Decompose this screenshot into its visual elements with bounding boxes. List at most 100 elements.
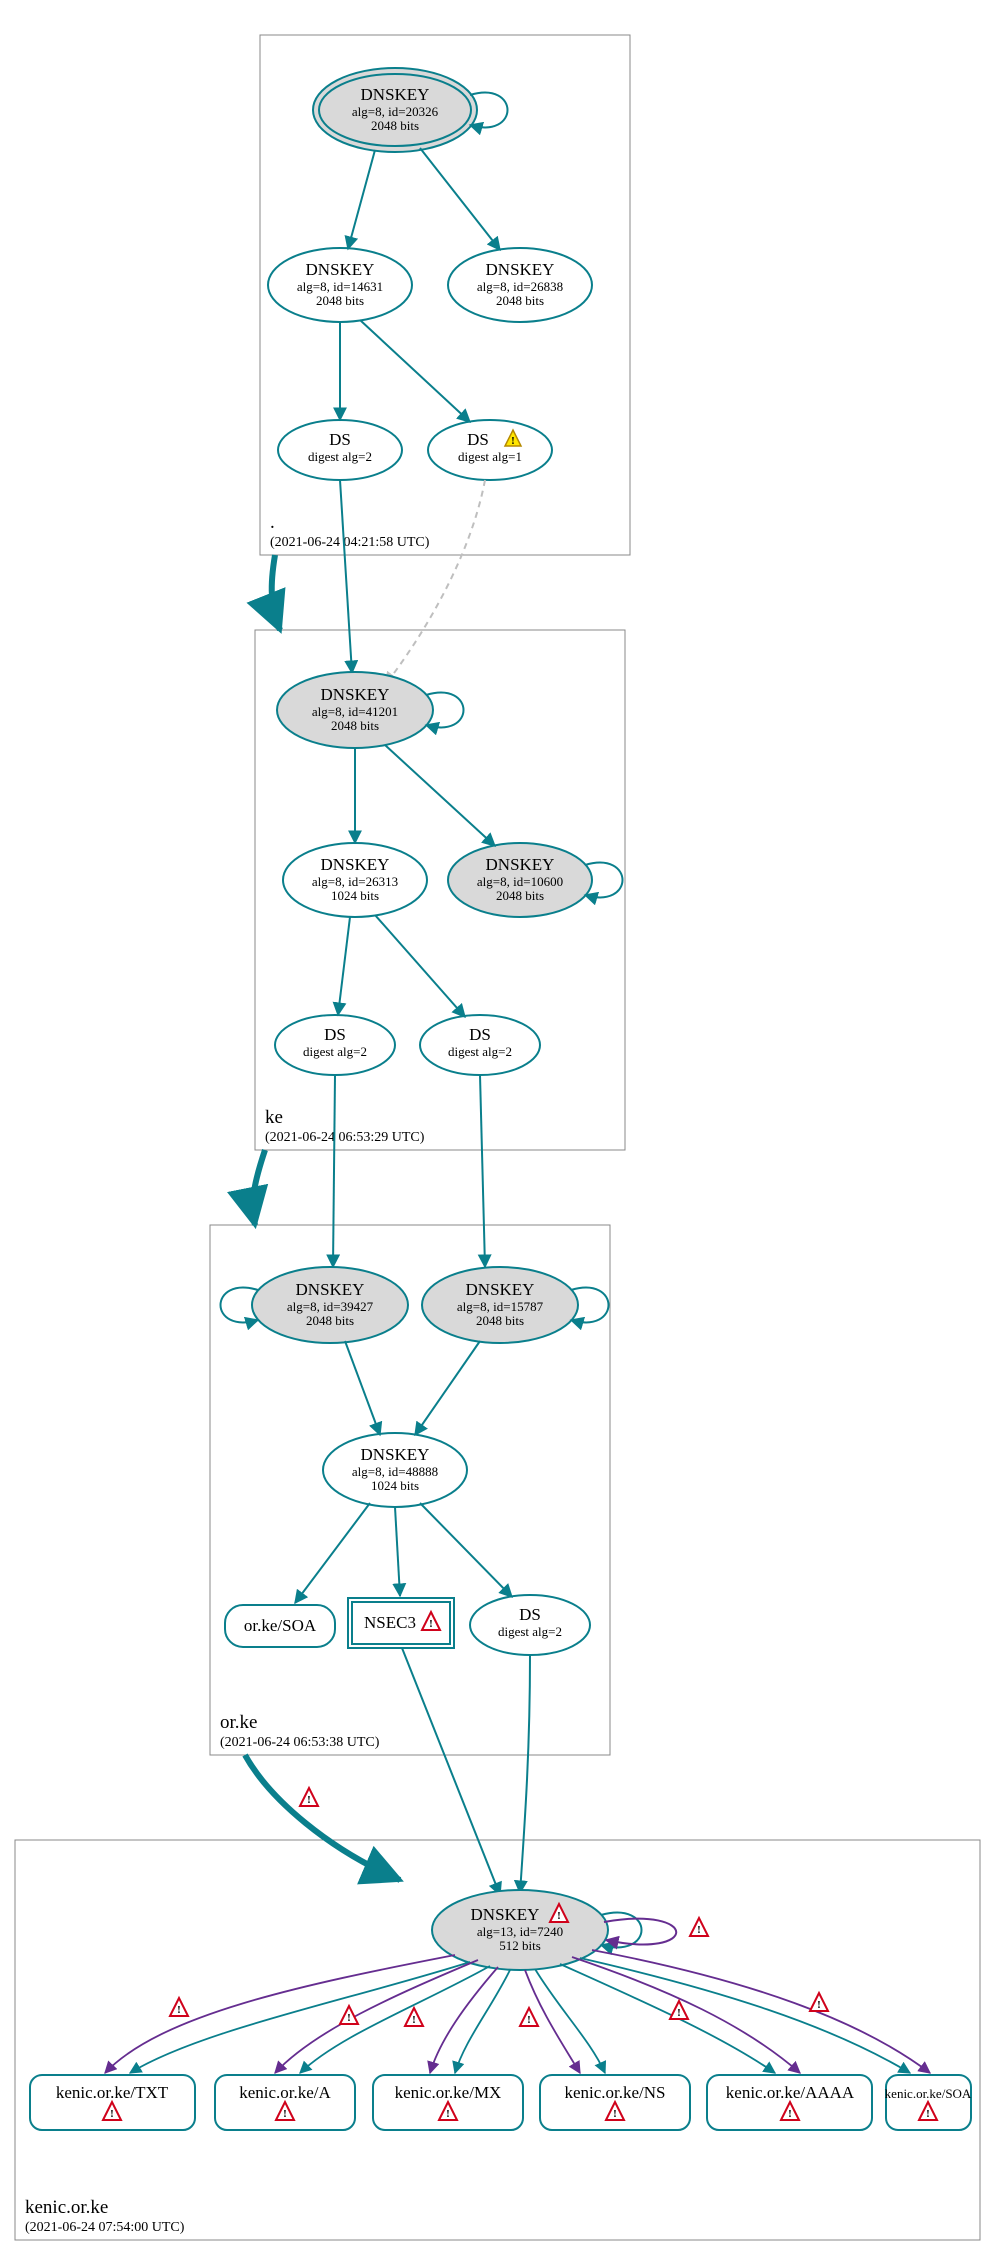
svg-text:2048 bits: 2048 bits <box>306 1313 354 1328</box>
node-orke-ksk1: DNSKEY alg=8, id=39427 2048 bits <box>252 1267 408 1343</box>
edge-kk-mx-p <box>430 1967 498 2073</box>
svg-text:!: ! <box>283 2108 287 2120</box>
node-rr-a: kenic.or.ke/A ! <box>215 2075 355 2130</box>
edge-deleg-root-ke <box>272 555 280 630</box>
svg-text:digest alg=2: digest alg=2 <box>308 449 372 464</box>
svg-text:!: ! <box>412 2014 416 2026</box>
svg-text:2048 bits: 2048 bits <box>496 888 544 903</box>
svg-text:DNSKEY: DNSKEY <box>486 260 555 279</box>
svg-text:!: ! <box>527 2014 531 2026</box>
svg-text:DS: DS <box>324 1025 346 1044</box>
error-icon: ! <box>170 1998 188 2016</box>
node-rr-aaaa: kenic.or.ke/AAAA ! <box>707 2075 872 2130</box>
svg-text:512 bits: 512 bits <box>499 1938 541 1953</box>
svg-text:DNSKEY: DNSKEY <box>466 1280 535 1299</box>
edge-orkezsk-soa <box>295 1503 370 1603</box>
error-icon: ! <box>810 1993 828 2011</box>
svg-text:alg=8, id=10600: alg=8, id=10600 <box>477 874 563 889</box>
node-rr-ns: kenic.or.ke/NS ! <box>540 2075 690 2130</box>
zone-label-ke: ke <box>265 1107 283 1128</box>
svg-text:digest alg=1: digest alg=1 <box>458 449 522 464</box>
zone-label-orke: or.ke <box>220 1712 257 1733</box>
svg-text:!: ! <box>110 2108 114 2120</box>
svg-text:DS: DS <box>469 1025 491 1044</box>
error-icon: ! <box>670 2001 688 2019</box>
node-ke-key2: DNSKEY alg=8, id=10600 2048 bits <box>448 843 592 917</box>
svg-text:DNSKEY: DNSKEY <box>306 260 375 279</box>
svg-text:!: ! <box>926 2108 930 2120</box>
node-ke-ksk: DNSKEY alg=8, id=41201 2048 bits <box>277 672 433 748</box>
node-ke-zsk: DNSKEY alg=8, id=26313 1024 bits <box>283 843 427 917</box>
dnssec-graph: . (2021-06-24 04:21:58 UTC) ke (2021-06-… <box>0 0 995 2255</box>
svg-text:DS: DS <box>467 430 489 449</box>
zone-time-orke: (2021-06-24 06:53:38 UTC) <box>220 1735 380 1750</box>
edge-deleg-orke-kenic <box>245 1755 400 1880</box>
node-root-ksk: DNSKEY alg=8, id=20326 2048 bits <box>313 68 477 152</box>
svg-text:alg=8, id=26313: alg=8, id=26313 <box>312 874 398 889</box>
svg-text:2048 bits: 2048 bits <box>476 1313 524 1328</box>
node-root-ds1: DS digest alg=2 <box>278 420 402 480</box>
edge-ds1-keksk <box>340 480 352 673</box>
svg-text:1024 bits: 1024 bits <box>371 1478 419 1493</box>
svg-text:!: ! <box>446 2108 450 2120</box>
svg-text:DNSKEY: DNSKEY <box>486 855 555 874</box>
error-icon: ! <box>520 2008 538 2026</box>
node-orke-ds: DS digest alg=2 <box>470 1595 590 1655</box>
svg-text:!: ! <box>788 2108 792 2120</box>
node-root-zsk2: DNSKEY alg=8, id=26838 2048 bits <box>448 248 592 322</box>
svg-text:2048 bits: 2048 bits <box>496 293 544 308</box>
svg-text:!: ! <box>177 2004 181 2016</box>
svg-text:DNSKEY: DNSKEY <box>361 1445 430 1464</box>
svg-text:DNSKEY: DNSKEY <box>296 1280 365 1299</box>
svg-text:alg=8, id=14631: alg=8, id=14631 <box>297 279 383 294</box>
svg-text:alg=8, id=15787: alg=8, id=15787 <box>457 1299 544 1314</box>
svg-text:kenic.or.ke/SOA: kenic.or.ke/SOA <box>885 2086 972 2101</box>
svg-text:!: ! <box>557 1910 561 1922</box>
svg-text:DS: DS <box>519 1605 541 1624</box>
edge-zsk1-ds2 <box>360 320 470 422</box>
node-ke-ds2: DS digest alg=2 <box>420 1015 540 1075</box>
svg-text:kenic.or.ke/AAAA: kenic.or.ke/AAAA <box>726 2083 855 2102</box>
svg-text:or.ke/SOA: or.ke/SOA <box>244 1616 317 1635</box>
edge-kk-soa-t <box>580 1958 910 2073</box>
svg-text:kenic.or.ke/NS: kenic.or.ke/NS <box>564 2083 665 2102</box>
node-root-zsk1: DNSKEY alg=8, id=14631 2048 bits <box>268 248 412 322</box>
edge-kezsk-ds1 <box>338 917 350 1015</box>
svg-text:digest alg=2: digest alg=2 <box>448 1044 512 1059</box>
node-ke-ds1: DS digest alg=2 <box>275 1015 395 1075</box>
svg-text:alg=13, id=7240: alg=13, id=7240 <box>477 1924 563 1939</box>
edge-keksk-key2 <box>385 745 495 846</box>
error-icon: ! <box>690 1918 708 1936</box>
error-icon: ! <box>340 2006 358 2024</box>
svg-text:!: ! <box>677 2007 681 2019</box>
edge-keds1-orkeksk1 <box>333 1075 335 1267</box>
edge-orkeksk1-zsk <box>345 1341 380 1435</box>
svg-text:NSEC3: NSEC3 <box>364 1613 416 1632</box>
svg-text:2048 bits: 2048 bits <box>331 718 379 733</box>
zone-label-root: . <box>270 512 275 533</box>
error-icon: ! <box>300 1788 318 1806</box>
node-orke-soa: or.ke/SOA <box>225 1605 335 1647</box>
node-rr-txt: kenic.or.ke/TXT ! <box>30 2075 195 2130</box>
edge-kezsk-ds2 <box>375 915 465 1017</box>
svg-text:kenic.or.ke/TXT: kenic.or.ke/TXT <box>56 2083 169 2102</box>
edge-orkeds-kenickey <box>520 1655 530 1893</box>
svg-text:!: ! <box>817 1999 821 2011</box>
node-orke-ksk2: DNSKEY alg=8, id=15787 2048 bits <box>422 1267 578 1343</box>
svg-text:digest alg=2: digest alg=2 <box>498 1624 562 1639</box>
zone-time-kenic: (2021-06-24 07:54:00 UTC) <box>25 2220 185 2235</box>
edge-rootksk-zsk2 <box>420 148 500 250</box>
svg-text:DNSKEY: DNSKEY <box>471 1905 540 1924</box>
svg-text:alg=8, id=48888: alg=8, id=48888 <box>352 1464 438 1479</box>
svg-text:!: ! <box>613 2108 617 2120</box>
svg-text:!: ! <box>511 435 515 447</box>
svg-text:DNSKEY: DNSKEY <box>321 855 390 874</box>
svg-text:!: ! <box>697 1924 701 1936</box>
edge-kk-txt-p <box>105 1955 455 2073</box>
svg-text:!: ! <box>347 2012 351 2024</box>
node-rr-soa: kenic.or.ke/SOA ! <box>885 2075 972 2130</box>
svg-text:alg=8, id=41201: alg=8, id=41201 <box>312 704 398 719</box>
node-root-ds2: DS digest alg=1 ! <box>428 420 552 480</box>
edge-keds2-orkeksk2 <box>480 1075 485 1267</box>
edge-ds2-keksk-dashed <box>385 480 485 685</box>
